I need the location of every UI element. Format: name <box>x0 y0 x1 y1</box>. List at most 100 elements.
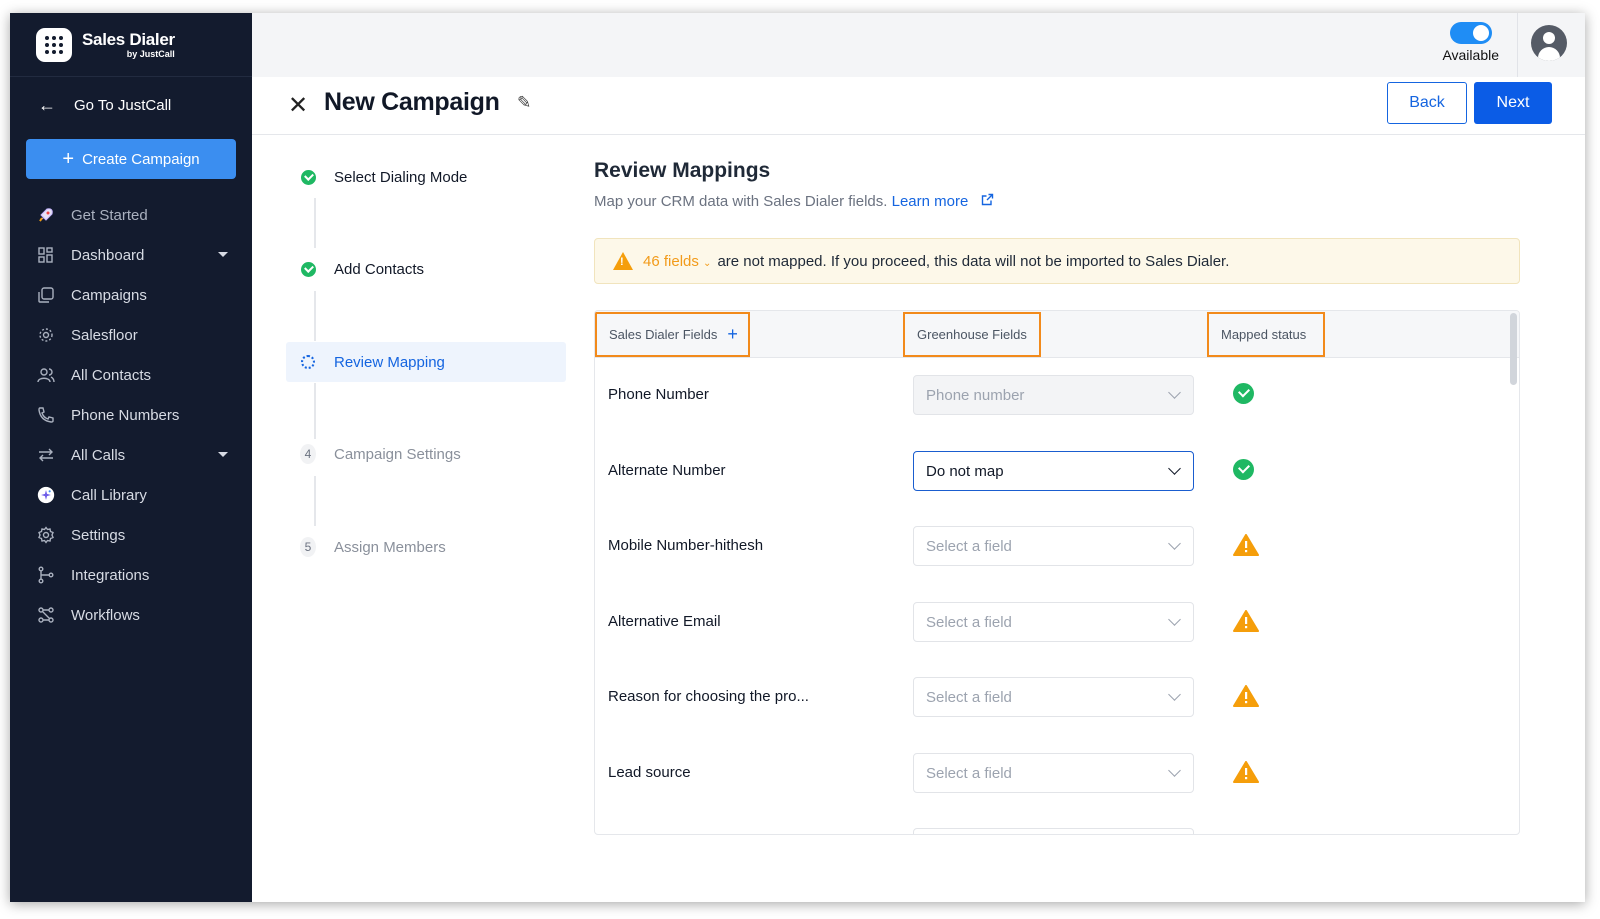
grid-icon <box>37 246 55 264</box>
step-label: Assign Members <box>334 538 446 556</box>
field-select[interactable]: Select a field <box>913 677 1194 717</box>
go-to-justcall-link[interactable]: ← Go To JustCall <box>10 77 252 133</box>
sidebar-item-label: Campaigns <box>71 286 147 304</box>
unmapped-warning-banner: 46 fields ⌄ are not mapped. If you proce… <box>594 238 1520 284</box>
learn-more-link[interactable]: Learn more <box>892 193 969 210</box>
warning-icon <box>613 252 633 270</box>
close-icon[interactable]: ✕ <box>288 91 308 120</box>
campaign-stepper: Select Dialing Mode Add Contacts Review … <box>252 135 582 835</box>
field-select[interactable]: Select a field <box>913 753 1194 793</box>
field-select[interactable]: Do not map <box>913 451 1194 491</box>
field-name: Lead source <box>608 764 691 781</box>
step-label: Review Mapping <box>334 353 445 371</box>
table-row: Reason for choosing the pro... Select a … <box>595 660 1507 736</box>
column-header-sales-dialer: Sales Dialer Fields + <box>595 312 750 357</box>
contacts-icon <box>37 366 55 384</box>
mapped-status <box>1233 383 1254 404</box>
sidebar-item-label: Salesfloor <box>71 326 138 344</box>
sidebar-item-settings[interactable]: Settings <box>10 515 252 555</box>
sidebar-item-dashboard[interactable]: Dashboard <box>10 235 252 275</box>
next-button[interactable]: Next <box>1474 82 1552 124</box>
unmapped-count: 46 fields <box>643 252 699 270</box>
divider <box>1517 13 1518 77</box>
warning-triangle-icon <box>1233 534 1259 556</box>
table-row-partial <box>595 811 1507 834</box>
field-select[interactable]: Select a field <box>913 526 1194 566</box>
chevron-down-icon <box>1168 386 1181 399</box>
step-number-badge: 4 <box>300 444 316 464</box>
sidebar-item-phone-numbers[interactable]: Phone Numbers <box>10 395 252 435</box>
step-label: Add Contacts <box>334 260 425 278</box>
table-scrollbar[interactable] <box>1510 313 1517 385</box>
campaign-icon <box>37 286 55 304</box>
sidebar-item-salesfloor[interactable]: Salesfloor <box>10 315 252 355</box>
user-avatar-icon[interactable] <box>1531 25 1567 61</box>
sidebar-item-workflows[interactable]: Workflows <box>10 595 252 635</box>
dialpad-logo-icon <box>36 27 72 62</box>
page-title: New Campaign <box>324 88 500 116</box>
sidebar-item-integrations[interactable]: Integrations <box>10 555 252 595</box>
integrations-icon <box>37 566 55 584</box>
check-circle-icon <box>1233 459 1254 480</box>
sidebar-item-label: Workflows <box>71 606 140 624</box>
chevron-down-icon <box>1168 462 1181 475</box>
sidebar: Sales Dialer by JustCall ← Go To JustCal… <box>10 13 252 902</box>
field-select[interactable] <box>913 828 1194 834</box>
plus-icon: + <box>62 147 75 170</box>
sidebar-item-label: Phone Numbers <box>71 406 180 424</box>
back-button[interactable]: Back <box>1387 82 1467 124</box>
caret-down-icon[interactable] <box>218 452 228 457</box>
target-icon <box>37 326 55 344</box>
create-campaign-button[interactable]: + Create Campaign <box>26 139 236 179</box>
select-value: Phone number <box>926 386 1025 404</box>
step-campaign-settings[interactable]: 4 Campaign Settings <box>286 434 566 474</box>
availability-label: Available <box>1442 47 1499 63</box>
table-row: Lead source Select a field <box>595 736 1507 812</box>
check-circle-icon <box>300 169 316 185</box>
workflow-icon <box>37 606 55 624</box>
brand[interactable]: Sales Dialer by JustCall <box>10 13 252 77</box>
mapped-status <box>1233 534 1259 561</box>
create-campaign-label: Create Campaign <box>82 150 200 168</box>
sidebar-item-call-library[interactable]: Call Library <box>10 475 252 515</box>
step-add-contacts[interactable]: Add Contacts <box>286 249 566 289</box>
brand-name: Sales Dialer <box>82 30 175 49</box>
go-to-justcall-label: Go To JustCall <box>74 96 172 114</box>
availability-toggle-group: Available <box>1442 22 1499 63</box>
mapping-table: Sales Dialer Fields + Greenhouse Fields … <box>594 310 1520 835</box>
step-connector <box>314 476 316 526</box>
field-name: Alternate Number <box>608 462 726 479</box>
step-assign-members[interactable]: 5 Assign Members <box>286 527 566 567</box>
warning-text: are not mapped. If you proceed, this dat… <box>717 252 1230 270</box>
sidebar-item-all-calls[interactable]: All Calls <box>10 435 252 475</box>
mapped-status <box>1233 685 1259 712</box>
step-label: Campaign Settings <box>334 445 461 463</box>
step-review-mapping[interactable]: Review Mapping <box>286 342 566 382</box>
select-value: Select a field <box>926 688 1012 706</box>
select-value: Select a field <box>926 537 1012 555</box>
sidebar-item-all-contacts[interactable]: All Contacts <box>10 355 252 395</box>
sidebar-item-get-started[interactable]: Get Started <box>10 195 252 235</box>
sidebar-item-campaigns[interactable]: Campaigns <box>10 275 252 315</box>
column-label: Mapped status <box>1221 327 1307 342</box>
column-label: Greenhouse Fields <box>917 327 1027 342</box>
chevron-down-icon: ⌄ <box>703 257 712 269</box>
chevron-down-icon <box>1168 764 1181 777</box>
select-value: Select a field <box>926 764 1012 782</box>
section-subtitle: Map your CRM data with Sales Dialer fiel… <box>594 193 994 210</box>
section-title: Review Mappings <box>594 159 771 182</box>
unmapped-count-dropdown[interactable]: 46 fields ⌄ <box>643 253 711 270</box>
step-number-badge: 5 <box>300 537 316 557</box>
availability-toggle[interactable] <box>1449 22 1492 44</box>
step-select-dialing-mode[interactable]: Select Dialing Mode <box>286 157 566 197</box>
page-header: ✕ New Campaign ✎ Back Next <box>252 77 1585 135</box>
external-link-icon[interactable] <box>981 193 994 210</box>
add-field-icon[interactable]: + <box>727 324 738 345</box>
edit-pencil-icon[interactable]: ✎ <box>517 93 531 113</box>
select-value: Do not map <box>926 462 1004 480</box>
arrow-left-icon: ← <box>38 94 56 115</box>
caret-down-icon[interactable] <box>218 252 228 257</box>
field-select[interactable]: Select a field <box>913 602 1194 642</box>
gear-icon <box>37 526 55 544</box>
field-select[interactable]: Phone number <box>913 375 1194 415</box>
